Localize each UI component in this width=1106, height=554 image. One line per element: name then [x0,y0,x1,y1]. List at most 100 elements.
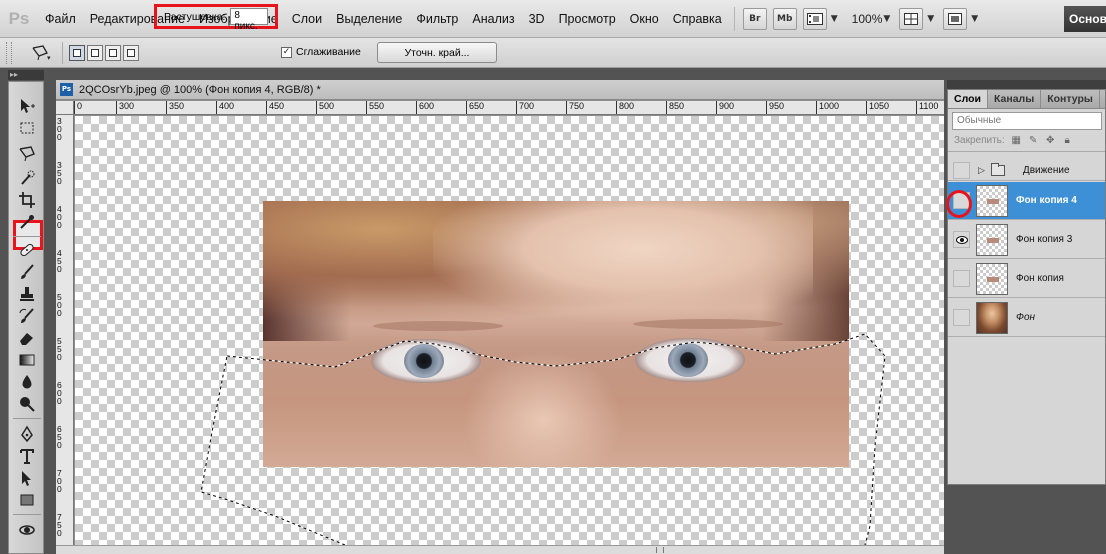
panel-bottom-area [947,485,1106,554]
stamp-icon [20,287,34,301]
vertical-ruler[interactable]: 3 0 0 3 5 0 4 0 0 4 5 0 5 0 0 5 5 0 6 0 … [56,115,74,545]
image-canvas[interactable] [75,116,944,545]
horizontal-ruler[interactable]: 0 300 350 400 450 500 550 600 650 700 75… [74,101,944,115]
quick-selection-tool[interactable] [15,168,39,188]
antialias-checkbox[interactable]: ✓ [281,46,292,58]
blend-mode-select[interactable]: Обычные [952,112,1102,130]
pen-icon [21,425,33,443]
gradient-icon [19,354,35,366]
drop-icon [22,375,32,389]
gradient-tool[interactable] [15,350,39,370]
layer-row[interactable]: Фон копия [948,260,1105,298]
marquee-tool[interactable] [15,118,39,138]
visibility-toggle[interactable] [953,162,970,179]
visibility-toggle[interactable] [953,309,970,326]
dodge-tool[interactable] [15,394,39,414]
antialias-option[interactable]: ✓ Сглаживание [281,46,361,58]
visibility-toggle[interactable] [953,231,970,248]
workspace-switcher[interactable]: Основ [1064,6,1106,32]
menu-view[interactable]: Просмотр [552,12,623,26]
chevron-down-icon[interactable]: ▼ [883,14,890,24]
visibility-toggle[interactable] [953,270,970,287]
eyedropper-icon [20,215,34,229]
chevron-down-icon[interactable]: ▼ [831,14,838,24]
film-icon [806,12,823,25]
menu-file[interactable]: Файл [38,12,83,26]
shape-tool[interactable] [15,490,39,510]
menu-select[interactable]: Выделение [329,12,409,26]
eyedropper-tool[interactable] [15,212,39,232]
expand-arrow-icon[interactable]: ▷ [978,166,985,176]
bridge-button[interactable]: Br [742,7,767,30]
history-brush-tool[interactable] [15,306,39,326]
intersect-selection-mode-button[interactable] [123,44,139,61]
lasso-tool[interactable] [15,144,39,164]
tool-preset-picker[interactable]: ▾ [26,41,56,65]
lock-label: Закрепить: [954,135,1005,146]
layer-row[interactable]: Фон [948,299,1105,337]
lock-all-icon[interactable]: 🔒︎ [1062,135,1073,146]
mini-bridge-button[interactable]: Mb [772,7,797,30]
menu-window[interactable]: Окно [623,12,666,26]
clone-stamp-tool[interactable] [15,284,39,304]
ruler-tick: 800 [616,101,634,114]
polygonal-lasso-icon: ▾ [32,44,51,62]
refine-edge-button[interactable]: Уточн. край... [377,42,497,63]
zoom-level[interactable]: 100% [852,12,883,26]
subtract-selection-mode-button[interactable] [105,44,121,61]
options-grip[interactable] [6,41,12,64]
chevron-down-icon[interactable]: ▼ [927,14,934,24]
layer-group-row[interactable]: ▷ Движение [948,161,1105,181]
healing-brush-tool[interactable] [15,240,39,260]
blur-tool[interactable] [15,372,39,392]
ruler-tick: 700 [516,101,534,114]
tab-channels[interactable]: Каналы [988,90,1042,108]
antialias-label: Сглаживание [296,46,361,58]
arrange-documents-button[interactable] [899,7,924,30]
lock-transparency-icon[interactable]: ▦ [1011,135,1022,146]
chevron-down-icon[interactable]: ▼ [971,14,978,24]
toolbar-separator [13,514,41,515]
add-to-selection-mode-button[interactable] [87,44,103,61]
panel-header-bar[interactable] [947,80,1106,89]
ruler-tick: 4 0 0 [57,204,62,230]
brush-tool[interactable] [15,262,39,282]
path-selection-tool[interactable] [15,468,39,488]
menu-help[interactable]: Справка [666,12,729,26]
menu-layers[interactable]: Слои [285,12,329,26]
ruler-tick: 1000 [816,101,839,114]
menu-3d[interactable]: 3D [522,12,552,26]
horizontal-scrollbar[interactable] [56,545,944,554]
ruler-tick: 3 0 0 [57,116,62,142]
new-selection-mode-button[interactable] [69,44,85,61]
lock-pixels-icon[interactable]: ✎ [1028,135,1039,146]
type-tool[interactable] [15,446,39,466]
layer-row[interactable]: Фон копия 3 [948,221,1105,259]
tools-panel [8,81,44,554]
ruler-origin[interactable] [56,101,74,115]
ruler-tick: 3 5 0 [57,160,62,186]
menu-filter[interactable]: Фильтр [409,12,465,26]
menu-analysis[interactable]: Анализ [465,12,521,26]
ruler-tick: 5 5 0 [57,336,62,362]
move-tool[interactable] [15,96,39,116]
feather-input[interactable]: 8 пикс. [230,8,269,32]
ruler-tick: 950 [766,101,784,114]
pen-tool[interactable] [15,424,39,444]
toolbar-collapse-handle[interactable]: ▸▸ [8,70,44,80]
view-extras-button[interactable] [802,7,827,30]
scrollbar-grip[interactable] [656,547,664,553]
ruler-tick: 5 0 0 [57,292,62,318]
rectangle-icon [20,494,34,506]
screen-mode-button[interactable] [943,7,968,30]
tab-paths[interactable]: Контуры [1041,90,1100,108]
layer-name: Фон [1016,312,1036,323]
lock-position-icon[interactable]: ✥ [1045,135,1056,146]
ruler-tick: 1100 [916,101,938,114]
eraser-tool[interactable] [15,328,39,348]
crop-tool[interactable] [15,190,39,210]
3d-rotate-tool[interactable] [15,520,39,540]
menubar-separator [733,6,735,31]
document-tab[interactable]: Ps 2QCOsrYb.jpeg @ 100% (Фон копия 4, RG… [56,80,944,100]
tab-layers[interactable]: Слои [948,90,988,108]
